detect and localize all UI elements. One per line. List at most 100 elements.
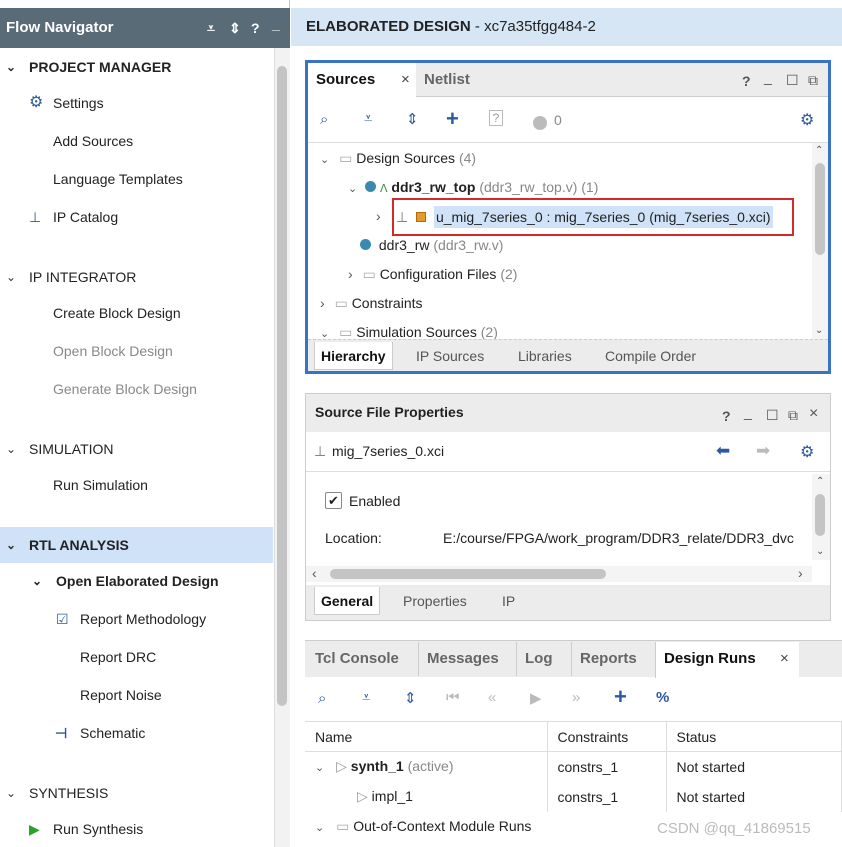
section-synthesis[interactable]: ⌄ SYNTHESIS — [0, 778, 273, 808]
expand-all-icon[interactable]: ⇕ — [229, 8, 241, 48]
close-icon[interactable]: × — [809, 405, 818, 423]
help-icon[interactable]: ? — [251, 8, 260, 48]
tab-hierarchy[interactable]: Hierarchy — [314, 342, 393, 370]
tab-properties[interactable]: Properties — [397, 587, 473, 615]
close-icon[interactable]: × — [780, 642, 789, 676]
play-outline-icon: ▷ — [357, 788, 368, 804]
expand-all-icon[interactable]: ⇕ — [404, 689, 417, 707]
tree-design-sources[interactable]: ⌄ ▭ Design Sources (4) — [320, 150, 476, 167]
collapse-all-icon[interactable]: ⩡ — [362, 689, 370, 706]
next-icon[interactable]: » — [572, 689, 580, 706]
help-icon[interactable]: ? — [722, 408, 731, 424]
column-name[interactable]: Name — [305, 721, 548, 752]
chevron-down-icon[interactable]: ⌄ — [315, 762, 324, 774]
column-status[interactable]: Status — [666, 721, 842, 752]
tree-mig-instance[interactable]: › — [376, 208, 381, 224]
collapse-all-icon[interactable]: ⩡ — [207, 8, 215, 48]
nav-item-language-templates[interactable]: Language Templates — [0, 164, 273, 194]
close-icon[interactable]: × — [401, 63, 410, 97]
tab-ip-sources[interactable]: IP Sources — [410, 342, 490, 370]
previous-icon[interactable]: « — [488, 689, 496, 706]
properties-hscrollbar-thumb[interactable] — [330, 569, 606, 579]
nav-item-report-noise[interactable]: Report Noise — [0, 680, 273, 710]
tab-netlist[interactable]: Netlist — [416, 63, 478, 97]
chevron-down-icon[interactable]: ⌄ — [6, 527, 16, 563]
chevron-down-icon[interactable]: ⌄ — [6, 778, 16, 808]
tree-configuration-files[interactable]: › ▭ Configuration Files (2) — [348, 266, 517, 283]
chevron-down-icon[interactable]: ⌄ — [320, 154, 329, 166]
column-constraints[interactable]: Constraints — [547, 721, 667, 752]
nav-item-ip-catalog[interactable]: ⊥ IP Catalog — [0, 202, 273, 232]
nav-item-schematic[interactable]: ⊣ Schematic — [0, 718, 273, 748]
minimize-icon[interactable]: _ — [744, 404, 752, 420]
table-row[interactable]: ▷ impl_1 constrs_1 Not started — [305, 781, 842, 812]
sources-scrollbar-thumb[interactable] — [815, 163, 825, 255]
nav-item-settings[interactable]: ⚙ Settings — [0, 88, 273, 118]
chevron-down-icon[interactable]: ⌄ — [32, 566, 42, 596]
chevron-right-icon[interactable]: › — [320, 295, 325, 311]
tab-sources[interactable]: Sources × — [308, 63, 416, 98]
chevron-down-icon[interactable]: ⌄ — [348, 183, 357, 195]
chevron-down-icon[interactable]: ⌄ — [6, 52, 16, 82]
minimize-icon[interactable]: _ — [764, 69, 772, 85]
tab-ip[interactable]: IP — [496, 587, 521, 615]
forward-arrow-icon[interactable]: ➡ — [756, 441, 770, 461]
back-arrow-icon[interactable]: ⬅ — [716, 441, 730, 461]
nav-item-create-block-design[interactable]: Create Block Design — [0, 298, 273, 328]
nav-item-open-elaborated-design[interactable]: ⌄ Open Elaborated Design — [0, 566, 273, 596]
tab-messages[interactable]: Messages — [418, 642, 507, 676]
folder-icon: ▭ — [336, 818, 350, 834]
nav-item-run-simulation[interactable]: Run Simulation — [0, 470, 273, 500]
table-row[interactable]: ⌄ ▷ synth_1 (active) constrs_1 Not start… — [305, 751, 842, 782]
tab-libraries[interactable]: Libraries — [512, 342, 578, 370]
float-icon[interactable]: ⧉ — [808, 72, 818, 89]
tree-ddr3-rw[interactable]: ddr3_rw (ddr3_rw.v) — [360, 237, 503, 253]
section-simulation[interactable]: ⌄ SIMULATION — [0, 434, 273, 464]
tab-reports[interactable]: Reports — [571, 642, 645, 676]
chevron-right-icon[interactable]: › — [348, 266, 353, 282]
nav-item-generate-block-design[interactable]: Generate Block Design — [0, 374, 273, 404]
chevron-down-icon[interactable]: ⌄ — [315, 822, 324, 834]
float-icon[interactable]: ⧉ — [788, 407, 798, 424]
gear-icon[interactable]: ⚙ — [800, 442, 814, 462]
source-file-properties-panel: Source File Properties ? _ ☐ ⧉ × ⊥ mig_7… — [305, 393, 831, 621]
tab-compile-order[interactable]: Compile Order — [599, 342, 702, 370]
section-ip-integrator[interactable]: ⌄ IP INTEGRATOR — [0, 262, 273, 292]
first-icon[interactable]: ⏮ — [446, 689, 460, 706]
maximize-icon[interactable]: ☐ — [786, 72, 799, 89]
maximize-icon[interactable]: ☐ — [766, 407, 779, 424]
collapse-all-icon[interactable]: ⩡ — [364, 110, 372, 127]
section-project-manager[interactable]: ⌄ PROJECT MANAGER — [0, 52, 273, 82]
navigator-scrollbar-thumb[interactable] — [277, 66, 287, 706]
chevron-right-icon[interactable]: › — [376, 208, 381, 224]
minimize-icon[interactable]: _ — [272, 4, 280, 44]
nav-item-report-methodology[interactable]: ☑ Report Methodology — [0, 604, 273, 634]
properties-vscrollbar-thumb[interactable] — [815, 494, 825, 536]
play-icon[interactable]: ▶ — [530, 689, 542, 707]
tree-mig-row[interactable]: ⊥ u_mig_7series_0 : mig_7series_0 (mig_7… — [396, 203, 773, 231]
expand-all-icon[interactable]: ⇕ — [406, 110, 419, 128]
tab-tcl-console[interactable]: Tcl Console — [307, 642, 407, 676]
tree-ddr3-rw-top[interactable]: ⌄ ᐱ ddr3_rw_top (ddr3_rw_top.v) (1) — [348, 179, 598, 195]
chevron-down-icon[interactable]: ⌄ — [6, 262, 16, 292]
nav-item-run-synthesis[interactable]: ▶ Run Synthesis — [0, 814, 273, 844]
section-rtl-analysis[interactable]: ⌄ RTL ANALYSIS — [0, 527, 273, 563]
gear-icon[interactable]: ⚙ — [800, 110, 814, 130]
nav-item-report-drc[interactable]: Report DRC — [0, 642, 273, 672]
chevron-down-icon[interactable]: ⌄ — [6, 434, 16, 464]
add-icon[interactable]: + — [614, 684, 627, 710]
percent-icon[interactable]: % — [656, 689, 669, 706]
tree-simulation-sources[interactable]: ⌄ ▭ Simulation Sources (2) — [320, 324, 498, 340]
tree-constraints[interactable]: › ▭ Constraints — [320, 295, 423, 312]
enabled-checkbox[interactable]: ✔ — [325, 492, 342, 509]
nav-item-open-block-design[interactable]: Open Block Design — [0, 336, 273, 366]
unknown-file-icon[interactable]: ? — [489, 110, 503, 126]
tab-design-runs[interactable]: Design Runs × — [655, 642, 799, 678]
search-icon[interactable]: ⌕ — [320, 111, 328, 128]
nav-item-add-sources[interactable]: Add Sources — [0, 126, 273, 156]
tab-log[interactable]: Log — [516, 642, 561, 676]
search-icon[interactable]: ⌕ — [318, 690, 326, 707]
add-icon[interactable]: + — [446, 106, 459, 132]
tab-general[interactable]: General — [314, 587, 381, 615]
help-icon[interactable]: ? — [742, 73, 751, 89]
